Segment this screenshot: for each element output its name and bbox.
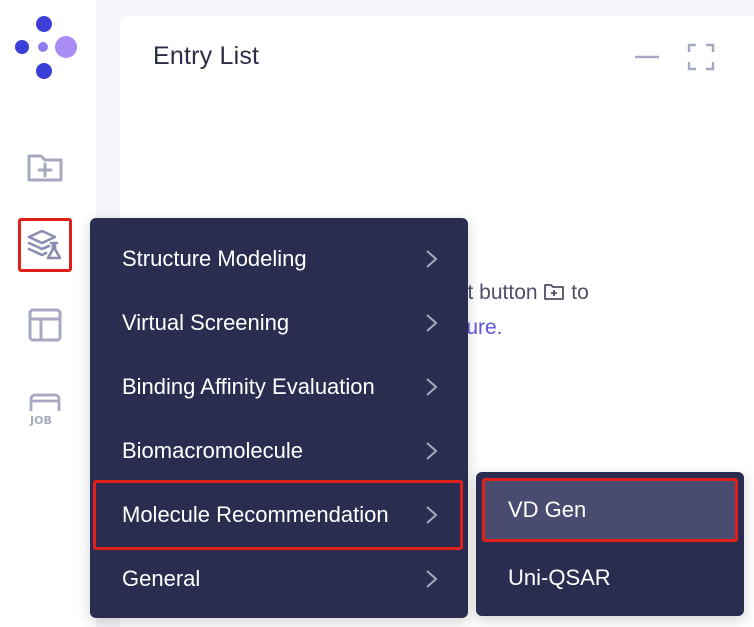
- empty-line-3: cture.: [450, 310, 589, 345]
- molecule-recommendation-submenu: VD Gen Uni-QSAR: [476, 472, 744, 616]
- empty-state-text: a. eft button to cture.: [450, 240, 589, 345]
- folder-plus-icon: [27, 154, 63, 182]
- job-icon: JOB: [29, 393, 61, 427]
- chevron-right-icon: [426, 250, 438, 268]
- chevron-right-icon: [426, 378, 438, 396]
- workflow-menu: Structure Modeling Virtual Screening Bin…: [90, 218, 468, 618]
- empty-line-1: a.: [450, 240, 589, 275]
- menu-item-label: Structure Modeling: [122, 246, 307, 271]
- menu-item-general[interactable]: General: [90, 547, 468, 611]
- empty-line-2: eft button to: [450, 275, 589, 310]
- minimize-icon[interactable]: [632, 42, 662, 72]
- empty-line-2-post: to: [571, 281, 589, 304]
- submenu-item-vd-gen[interactable]: VD Gen: [482, 478, 738, 542]
- submenu-item-uni-qsar[interactable]: Uni-QSAR: [482, 546, 738, 610]
- menu-item-structure-modeling[interactable]: Structure Modeling: [90, 227, 468, 291]
- sidebar: JOB: [0, 0, 96, 627]
- menu-item-molecule-recommendation[interactable]: Molecule Recommendation: [93, 480, 463, 550]
- menu-item-label: Molecule Recommendation: [122, 502, 389, 527]
- new-folder-button[interactable]: [18, 140, 72, 194]
- chevron-right-icon: [426, 442, 438, 460]
- layout-panel-icon: [28, 308, 62, 342]
- submenu-item-label: Uni-QSAR: [508, 565, 611, 590]
- layout-button[interactable]: [18, 298, 72, 352]
- submenu-item-label: VD Gen: [508, 497, 587, 522]
- jobs-button[interactable]: JOB: [18, 382, 72, 436]
- menu-item-binding-affinity-evaluation[interactable]: Binding Affinity Evaluation: [90, 355, 468, 419]
- chevron-right-icon: [426, 506, 438, 524]
- menu-item-label: Biomacromolecule: [122, 438, 303, 463]
- layers-flask-icon: [27, 229, 62, 260]
- panel-title: Entry List: [153, 42, 260, 70]
- menu-item-label: General: [122, 566, 201, 591]
- chevron-right-icon: [426, 570, 438, 588]
- menu-item-virtual-screening[interactable]: Virtual Screening: [90, 291, 468, 355]
- folder-plus-icon: [544, 284, 565, 300]
- app-logo: [15, 16, 77, 79]
- fullscreen-icon[interactable]: [686, 42, 716, 72]
- menu-item-label: Virtual Screening: [122, 310, 290, 335]
- workflow-apps-button[interactable]: [18, 218, 72, 272]
- menu-item-biomacromolecule[interactable]: Biomacromolecule: [90, 419, 468, 483]
- svg-text:JOB: JOB: [29, 414, 52, 427]
- chevron-right-icon: [426, 314, 438, 332]
- menu-item-label: Binding Affinity Evaluation: [122, 374, 375, 399]
